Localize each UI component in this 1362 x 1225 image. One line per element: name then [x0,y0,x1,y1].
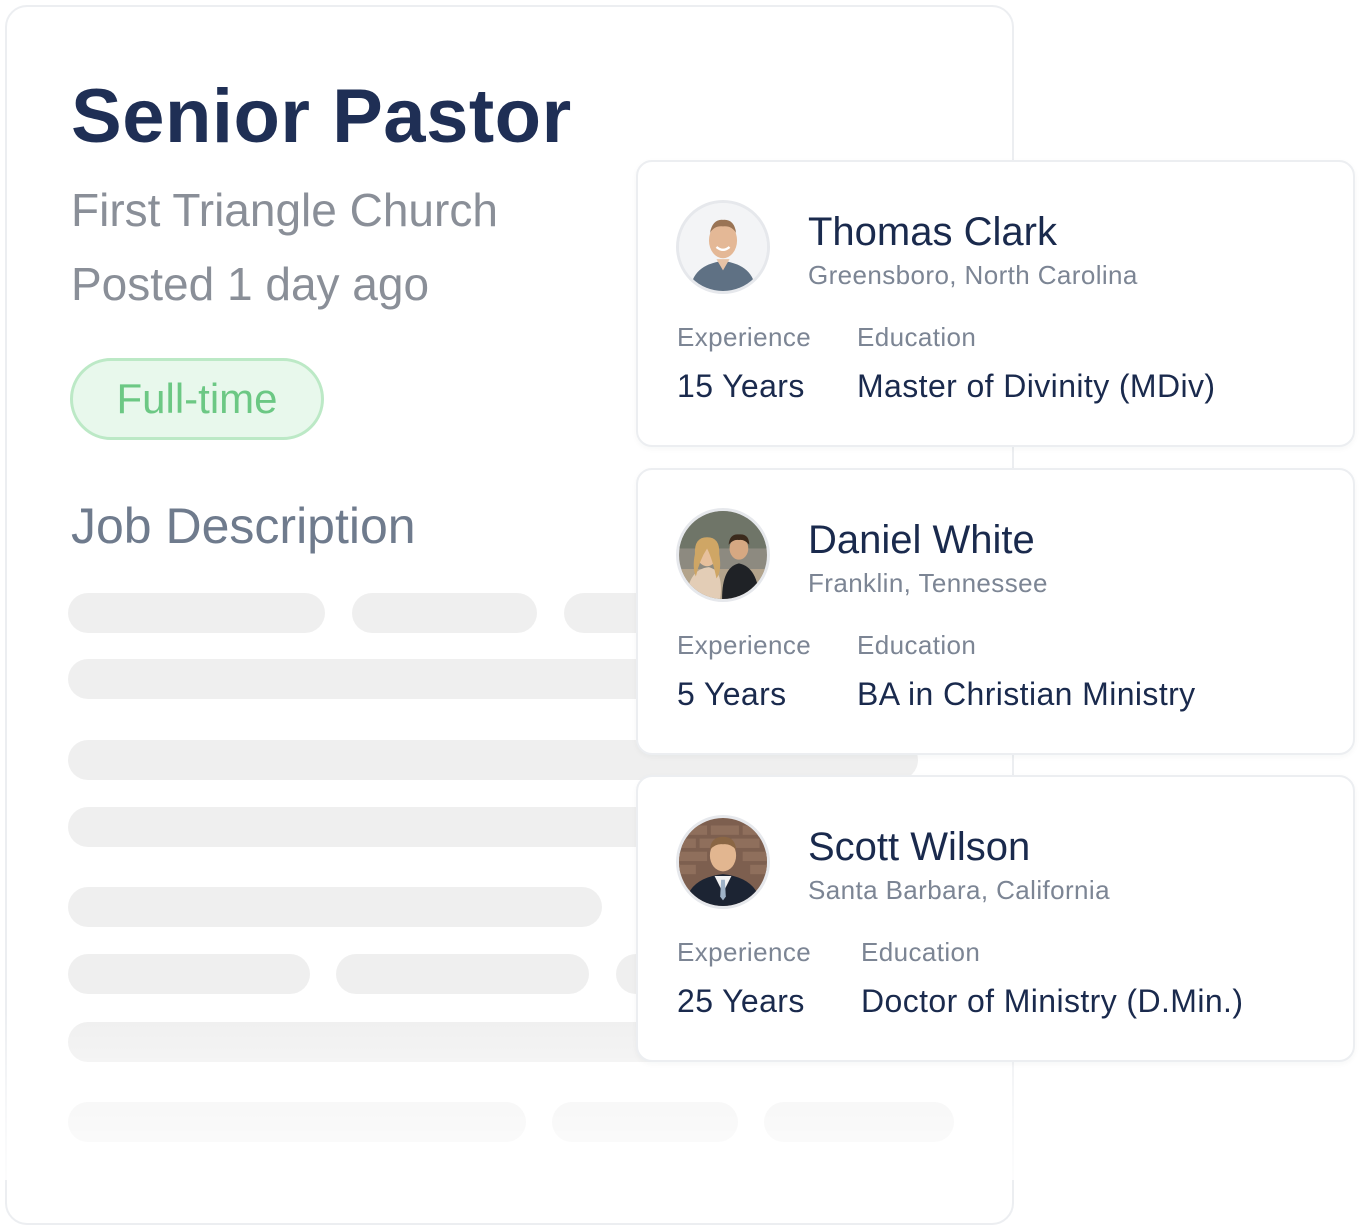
education-label: Education [861,937,981,967]
skeleton-line [68,1102,526,1142]
skeleton-line [68,954,310,994]
candidate-card[interactable]: Thomas Clark Greensboro, North Carolina … [636,160,1355,447]
avatar [676,200,770,294]
skeleton-line [352,593,537,633]
experience-label: Experience [677,937,812,967]
avatar [676,508,770,602]
avatar-photo-icon [679,818,767,906]
church-name: First Triangle Church [71,184,498,236]
job-description-heading: Job Description [71,498,416,554]
skeleton-line [68,887,602,927]
education-value: Doctor of Ministry (D.Min.) [861,983,1244,1019]
avatar-photo-icon [679,203,767,291]
experience-label: Experience [677,322,812,352]
candidate-name: Thomas Clark [808,210,1057,254]
posted-date: Posted 1 day ago [71,258,430,310]
experience-value: 5 Years [677,676,787,712]
candidate-card[interactable]: Scott Wilson Santa Barbara, California E… [636,775,1355,1062]
skeleton-line [552,1102,738,1142]
skeleton-line [68,593,325,633]
candidate-location: Greensboro, North Carolina [808,260,1138,290]
candidate-name: Daniel White [808,518,1035,562]
skeleton-line [764,1102,954,1142]
experience-value: 25 Years [677,983,805,1019]
candidate-location: Franklin, Tennessee [808,568,1048,598]
candidate-name: Scott Wilson [808,825,1031,869]
avatar-photo-icon [679,511,767,599]
job-type-badge: Full-time [70,358,324,440]
avatar [676,815,770,909]
candidate-location: Santa Barbara, California [808,875,1110,905]
education-value: Master of Divinity (MDiv) [857,368,1216,404]
skeleton-line [336,954,589,994]
job-title: Senior Pastor [71,74,572,159]
education-label: Education [857,322,977,352]
education-label: Education [857,630,977,660]
candidate-card[interactable]: Daniel White Franklin, Tennessee Experie… [636,468,1355,755]
education-value: BA in Christian Ministry [857,676,1196,712]
experience-value: 15 Years [677,368,805,404]
experience-label: Experience [677,630,812,660]
